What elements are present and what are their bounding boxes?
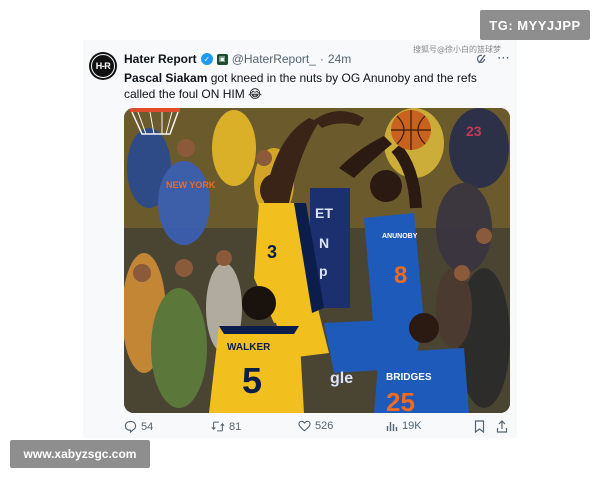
tweet-actions: 54 81 526 19K [124, 420, 510, 436]
knicks-number-8: 8 [394, 262, 407, 289]
walker-number: 5 [242, 360, 262, 401]
tweet-card[interactable]: H-R Hater Report ✓ ▣ @HaterReport_ · 24m… [83, 40, 517, 438]
views-icon [386, 420, 398, 432]
tweet-text-mention: Pascal Siakam [124, 71, 208, 85]
bookmark-icon [474, 420, 485, 433]
tweet-media-image[interactable]: NEW YORK 23 ET N p 3 ANUNOBY 8 WALKER 5 … [124, 108, 510, 413]
repost-count: 81 [229, 420, 242, 433]
reply-button[interactable]: 54 [124, 420, 153, 433]
walker-name: WALKER [227, 342, 271, 353]
fan-shirt-text: NEW YORK [166, 180, 216, 190]
repost-icon [211, 420, 225, 433]
avatar-ring [91, 54, 115, 78]
separator-dot: · [319, 52, 324, 66]
tweet-text: Pascal Siakam got kneed in the nuts by O… [124, 70, 504, 102]
grok-icon[interactable] [476, 53, 488, 65]
reply-count: 54 [141, 420, 154, 433]
bridges-name: BRIDGES [386, 372, 432, 383]
svg-text:ET: ET [315, 205, 333, 221]
more-icon[interactable]: ⋯ [497, 50, 511, 66]
knicks-name-anunoby: ANUNOBY [382, 233, 418, 240]
repost-button[interactable]: 81 [211, 420, 241, 433]
tweet-header: Hater Report ✓ ▣ @HaterReport_ · 24m [124, 51, 351, 67]
share-icon [496, 420, 508, 433]
views-button[interactable]: 19K [386, 420, 422, 432]
views-count: 19K [402, 420, 422, 432]
affiliate-icon[interactable]: ▣ [216, 53, 228, 65]
reply-icon [124, 420, 137, 433]
share-button[interactable] [496, 420, 508, 433]
svg-text:gle: gle [330, 370, 353, 387]
svg-text:N: N [319, 235, 329, 251]
verified-icon: ✓ [200, 53, 213, 65]
background-number: 23 [466, 123, 482, 139]
like-count: 526 [315, 420, 334, 432]
bookmark-button[interactable] [474, 420, 485, 433]
tweet-timestamp[interactable]: 24m [328, 52, 351, 66]
basketball [391, 110, 431, 150]
telegram-watermark-badge: TG: MYYJJPP [480, 10, 590, 40]
user-handle[interactable]: @HaterReport_ [232, 52, 316, 66]
avatar[interactable]: H-R [89, 52, 117, 80]
bridges-number: 25 [386, 387, 415, 413]
like-button[interactable]: 526 [298, 420, 333, 432]
site-url-watermark-badge: www.xabyzsgc.com [10, 440, 150, 468]
pacers-number-3: 3 [267, 242, 277, 262]
display-name[interactable]: Hater Report [124, 52, 197, 66]
svg-text:p: p [319, 263, 328, 279]
heart-icon [298, 420, 311, 432]
